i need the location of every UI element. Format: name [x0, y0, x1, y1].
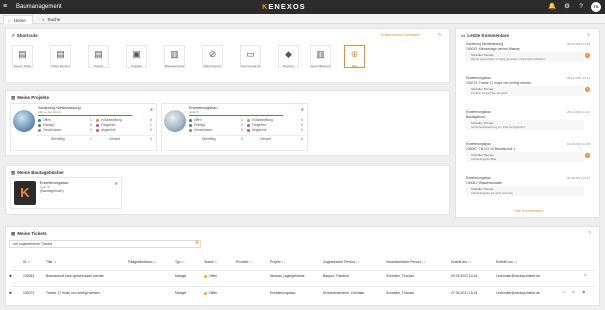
comment-icon[interactable]: ▭: [562, 290, 565, 294]
favorite-star-icon[interactable]: ✱: [301, 107, 304, 112]
project-image: [164, 110, 186, 132]
shortcut-projekte[interactable]: ▣ Projekte: [126, 45, 147, 68]
ticket-icon: ▤: [18, 49, 27, 59]
project-location: Altona, Hamburg: [38, 110, 61, 114]
tab-suche[interactable]: ⌕ Suche: [38, 15, 68, 24]
refresh-icon[interactable]: ↻: [588, 230, 592, 236]
comment-icon: ▭: [246, 49, 255, 59]
help-icon[interactable]: ?: [577, 3, 585, 11]
kenexos-k-icon: K: [14, 181, 36, 205]
column-header-prioritaet[interactable]: Priorität ↓↑: [236, 260, 252, 264]
favorite-star-icon[interactable]: ✱: [150, 107, 153, 112]
ticket-filter-input[interactable]: mir zugewiesene Tickets: [9, 240, 201, 248]
project-location: Halle B: [189, 110, 199, 114]
building-icon: ▥: [11, 95, 16, 100]
shortcut-tickets[interactable]: ▤ Tickets: [88, 45, 109, 68]
row-star-icon[interactable]: ✱: [9, 291, 12, 295]
shortcut-neu[interactable]: ⊕ Neu: [344, 45, 365, 68]
shortcut-bautagebuecher[interactable]: ▥ Bautagebücher: [164, 45, 185, 68]
comment-count-badge: 2: [585, 53, 590, 58]
comments-title: ▭ Letzte Kommentare: [461, 33, 510, 38]
gear-icon[interactable]: ⚙: [563, 3, 571, 11]
avatar[interactable]: TS: [591, 2, 601, 12]
home-icon: ⌂: [8, 18, 11, 23]
ticket-monitor-icon: ▤: [56, 49, 65, 59]
bell-icon[interactable]: 🔔: [548, 3, 556, 11]
tab-home[interactable]: ⌂ Home: [3, 15, 33, 24]
column-header-typ[interactable]: Typ ↓↑: [175, 260, 185, 264]
attachment-icon[interactable]: ⊘: [584, 273, 587, 277]
favorite-star-icon[interactable]: ✱: [115, 181, 118, 186]
column-header-zugewiesen[interactable]: Zugewiesene Person ↓↑: [323, 260, 359, 264]
plus-icon: ⊕: [350, 49, 359, 59]
photo-icon[interactable]: ▣: [582, 290, 585, 294]
clear-filter-icon[interactable]: ⊗: [195, 240, 199, 246]
diaries-panel: ▥ Meine Bautagebücher K Erweiterungsbau H…: [5, 165, 450, 215]
column-header-erstellt-von[interactable]: Erstellt von ↓↑: [496, 260, 517, 264]
kenexos-logo: KENEXOS: [262, 2, 306, 11]
book-icon: ▥: [170, 49, 179, 59]
comment-count-badge: 3: [585, 87, 590, 92]
progress-bar: [38, 115, 132, 116]
progress-bar: [189, 115, 283, 116]
shortcut-ticket-monitor[interactable]: ▤ Ticket Monitor: [50, 45, 71, 68]
shortcuts-title: ↗ Shortcuts: [11, 33, 38, 38]
projects-panel: ▥ Meine Projekte Sanierung Niederlassung …: [5, 90, 450, 156]
hamburger-menu-icon[interactable]: ≡: [3, 3, 11, 11]
attachment-icon[interactable]: ⊘: [572, 290, 575, 294]
column-header-id[interactable]: ID ↓↑: [23, 260, 31, 264]
building-icon: ▥: [316, 49, 325, 59]
diary-card[interactable]: K Erweiterungsbau Halle B (Bautagebuch) …: [10, 177, 122, 209]
project-card-2[interactable]: Erweiterungsbau Halle B ✱ Offen Erledigt…: [161, 103, 308, 151]
column-header-titel[interactable]: Titel ↓↑: [46, 260, 57, 264]
column-header-status[interactable]: Status ↓↑: [204, 260, 218, 264]
all-comments-link[interactable]: Alle Kommentare: [462, 209, 596, 213]
paperclip-icon: ⊘: [208, 49, 217, 59]
column-header-faelligkeit[interactable]: Fälligkeitsdatum ↓↑: [128, 260, 157, 264]
project-image: [13, 110, 35, 132]
row-star-icon[interactable]: ✱: [9, 274, 12, 278]
shortcut-dropbox[interactable]: ◆ Dropbox: [278, 45, 299, 68]
shortcut-geschaeftspartner[interactable]: ▥Geschäftspartn...: [310, 45, 331, 68]
shortcut-neues-ticket[interactable]: ▤ Neues Ticket: [12, 45, 33, 68]
shortcuts-panel: ↗ Shortcuts Editiermodus verlassen ↻ ▤ Neu…: [5, 28, 450, 83]
dropbox-icon: ◆: [285, 49, 292, 59]
tab-bar: ⌂ Home ⌕ Suche: [0, 14, 605, 24]
diaries-title: ▥ Meine Bautagebücher: [11, 170, 65, 175]
comment-icon: ▭: [461, 33, 466, 38]
shortcut-datei-monitor[interactable]: ⊘ Datei Monitor: [202, 45, 223, 68]
projects-icon: ▣: [132, 49, 141, 59]
refresh-icon[interactable]: ↻: [587, 32, 591, 38]
comment-count-badge: 1: [585, 153, 590, 158]
search-icon: ⌕: [42, 17, 45, 22]
column-header-verantwortlich[interactable]: Verantwortliche Person ↓↑: [386, 260, 425, 264]
projects-title: ▥ Meine Projekte: [11, 95, 50, 100]
shortcut-kommentar-monitor[interactable]: ▭Kommentar-Mon...: [240, 45, 261, 68]
top-bar: ≡ Baumanagement KENEXOS 🔔 ⚙ ? TS: [0, 0, 605, 14]
book-icon: ▥: [11, 170, 16, 175]
project-card-1[interactable]: Sanierung Niederlassung Altona, Hamburg …: [10, 103, 157, 151]
app-title: Baumanagement: [16, 4, 62, 10]
shortcut-icon: ↗: [11, 33, 15, 38]
tickets-title: ▤ Meine Tickets: [11, 231, 47, 236]
tickets-icon: ▤: [94, 49, 103, 59]
column-header-projekt[interactable]: Projekt ↓↑: [270, 260, 285, 264]
refresh-icon[interactable]: ↻: [438, 32, 442, 38]
diary-tag: (Bautagebuch): [40, 189, 64, 193]
column-header-erstellt-am[interactable]: Erstellt am ↓↑: [451, 260, 471, 264]
edit-mode-link[interactable]: Editiermodus verlassen: [381, 33, 420, 37]
ticket-icon: ▤: [11, 231, 16, 236]
